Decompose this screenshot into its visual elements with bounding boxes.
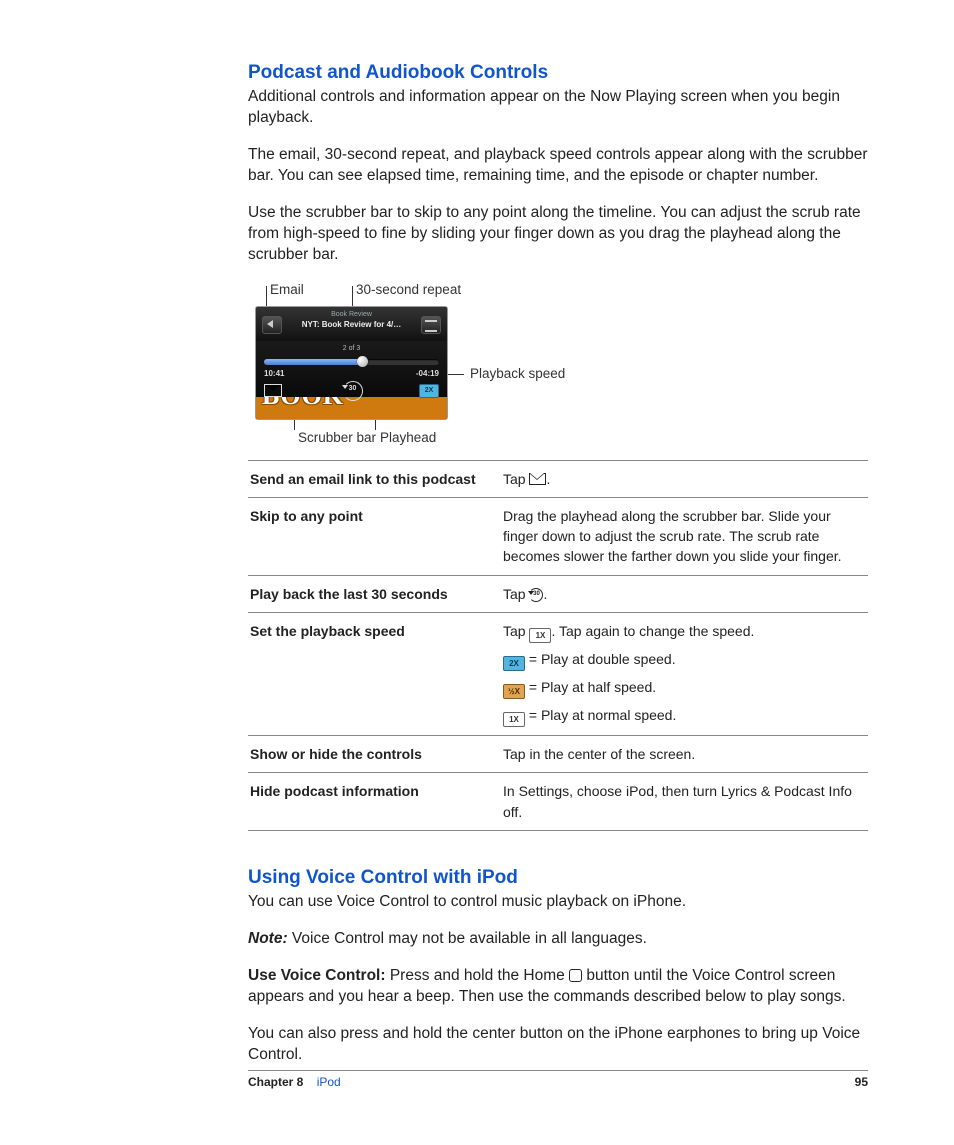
callout-30-second-repeat: 30-second repeat bbox=[356, 282, 461, 298]
table-row-value: Tap . bbox=[501, 460, 868, 497]
note-text: Note: Voice Control may not be available… bbox=[248, 928, 868, 949]
table-row-label: Hide podcast information bbox=[248, 773, 501, 831]
repeat-30-icon: 30 bbox=[343, 381, 363, 401]
controls-table: Send an email link to this podcast Tap .… bbox=[248, 460, 868, 831]
callout-scrubber-bar: Scrubber bar bbox=[298, 430, 376, 446]
table-row-label: Play back the last 30 seconds bbox=[248, 575, 501, 612]
body-text: The email, 30-second repeat, and playbac… bbox=[248, 144, 868, 186]
speed-1x-badge: 1X bbox=[529, 628, 551, 643]
chapter-label: Chapter 8 bbox=[248, 1075, 303, 1089]
remaining-time: -04:19 bbox=[416, 369, 439, 378]
player-diagram: Email 30-second repeat Playback speed Sc… bbox=[248, 282, 868, 452]
table-row-value: Tap in the center of the screen. bbox=[501, 736, 868, 773]
heading-voice-control: Using Voice Control with iPod bbox=[248, 867, 868, 889]
table-row-label: Skip to any point bbox=[248, 497, 501, 575]
table-row-label: Send an email link to this podcast bbox=[248, 460, 501, 497]
elapsed-time: 10:41 bbox=[264, 369, 284, 378]
email-icon bbox=[529, 473, 546, 485]
body-text: Additional controls and information appe… bbox=[248, 86, 868, 128]
callout-email: Email bbox=[270, 282, 304, 298]
scrubber-bar bbox=[264, 359, 439, 365]
speed-half-badge: ½X bbox=[503, 684, 525, 699]
home-button-icon bbox=[569, 969, 582, 982]
repeat-30-icon: 30 bbox=[529, 588, 543, 602]
table-row-label: Show or hide the controls bbox=[248, 736, 501, 773]
table-row-value: In Settings, choose iPod, then turn Lyri… bbox=[501, 773, 868, 831]
table-row-value: Tap 1X. Tap again to change the speed. 2… bbox=[501, 613, 868, 736]
tracklist-icon bbox=[421, 316, 441, 334]
table-row-value: Tap 30. bbox=[501, 575, 868, 612]
body-text: Use Voice Control: Press and hold the Ho… bbox=[248, 965, 868, 1007]
playback-speed-badge: 2X bbox=[419, 384, 439, 398]
body-text: Use the scrubber bar to skip to any poin… bbox=[248, 202, 868, 265]
callout-playhead: Playhead bbox=[380, 430, 436, 446]
now-playing-screenshot: NYTIMES.COM BOOK Book Review NYT: Book R… bbox=[255, 306, 448, 420]
page-footer: Chapter 8 iPod 95 bbox=[248, 1070, 868, 1089]
section-label: iPod bbox=[317, 1075, 341, 1089]
email-icon bbox=[264, 384, 282, 397]
playhead bbox=[357, 356, 368, 367]
body-text: You can use Voice Control to control mus… bbox=[248, 891, 868, 912]
page-number: 95 bbox=[855, 1075, 868, 1089]
table-row-label: Set the playback speed bbox=[248, 613, 501, 736]
table-row-value: Drag the playhead along the scrubber bar… bbox=[501, 497, 868, 575]
heading-podcast-controls: Podcast and Audiobook Controls bbox=[248, 62, 868, 84]
body-text: You can also press and hold the center b… bbox=[248, 1023, 868, 1065]
speed-1x-badge: 1X bbox=[503, 712, 525, 727]
callout-playback-speed: Playback speed bbox=[470, 366, 565, 382]
speed-2x-badge: 2X bbox=[503, 656, 525, 671]
